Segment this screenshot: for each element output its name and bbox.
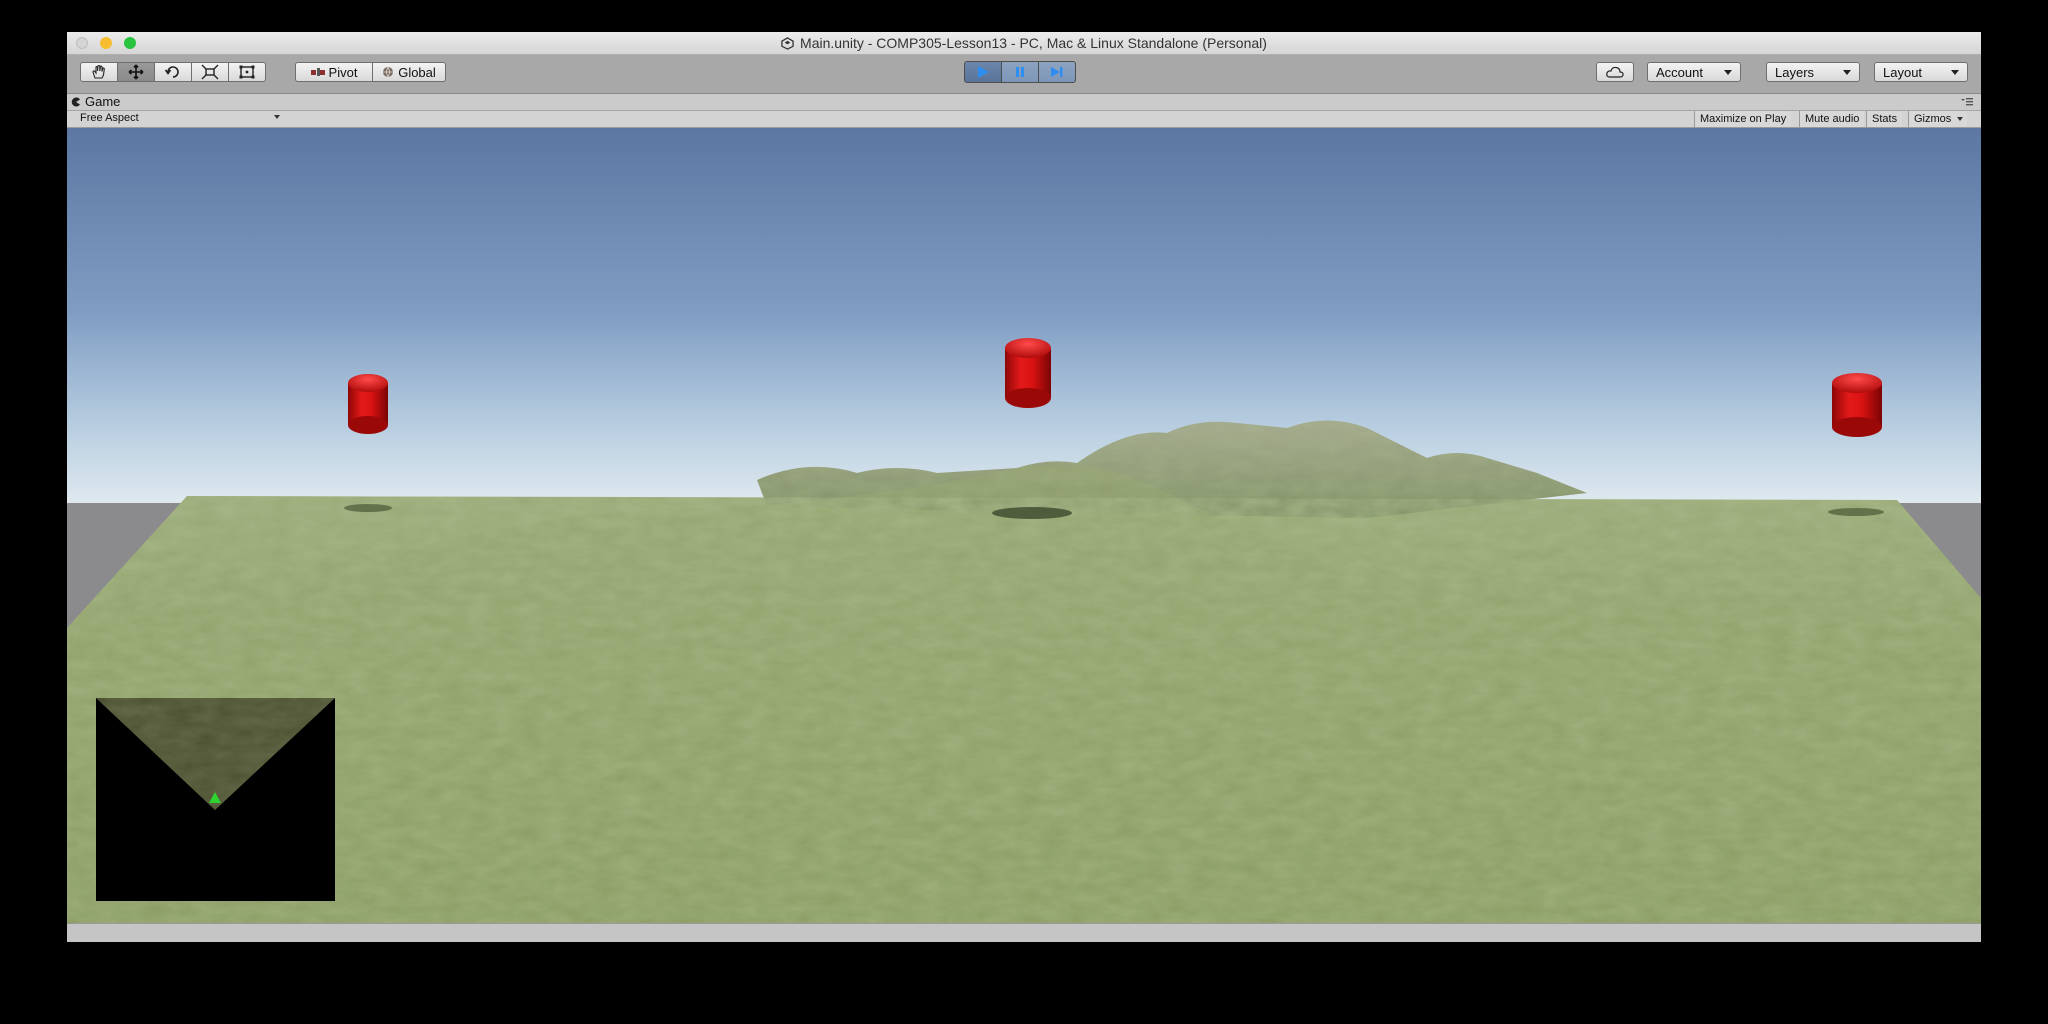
- account-label: Account: [1656, 64, 1703, 80]
- stats-label: Stats: [1872, 113, 1898, 125]
- minimap: [96, 698, 335, 901]
- chevron-down-icon: [274, 115, 280, 119]
- account-dropdown[interactable]: Account: [1647, 62, 1741, 82]
- panel-menu-icon[interactable]: [1961, 97, 1973, 107]
- global-toggle-button[interactable]: Global: [372, 62, 446, 82]
- game-view-header: Game: [67, 94, 1981, 111]
- globe-icon: [383, 66, 394, 78]
- mute-audio-label: Mute audio: [1805, 113, 1860, 125]
- pacman-game-icon: [71, 97, 80, 106]
- chevron-down-icon: [1724, 69, 1732, 75]
- unity-scene-icon: [781, 37, 794, 50]
- cloud-services-button[interactable]: [1596, 62, 1634, 82]
- rotate-icon: [164, 66, 179, 78]
- game-scene: [67, 128, 1981, 923]
- layers-dropdown[interactable]: Layers: [1766, 62, 1860, 82]
- maximize-on-play-label: Maximize on Play: [1700, 113, 1787, 125]
- window-title: Main.unity - COMP305-Lesson13 - PC, Mac …: [800, 35, 1267, 51]
- aspect-label: Free Aspect: [80, 112, 139, 124]
- step-button[interactable]: [1038, 61, 1076, 83]
- layout-dropdown[interactable]: Layout: [1874, 62, 1968, 82]
- game-view-controls: Free Aspect Maximize on Play Mute audio …: [67, 111, 1981, 128]
- unity-editor-window: Main.unity - COMP305-Lesson13 - PC, Mac …: [67, 32, 1981, 942]
- tab-game[interactable]: Game: [71, 94, 120, 109]
- game-tab-label: Game: [85, 94, 121, 109]
- hand-tool-button[interactable]: [80, 62, 118, 82]
- title-bar: Main.unity - COMP305-Lesson13 - PC, Mac …: [67, 32, 1981, 55]
- gizmos-dropdown[interactable]: Gizmos: [1908, 111, 1968, 127]
- layers-label: Layers: [1775, 64, 1815, 80]
- rect-transform-icon: [239, 65, 255, 79]
- pivot-toggle-button[interactable]: Pivot: [295, 62, 373, 82]
- rect-tool-button[interactable]: [228, 62, 266, 82]
- step-icon: [1051, 67, 1063, 77]
- pause-icon: [1016, 67, 1024, 77]
- cloud-icon: [1606, 66, 1624, 78]
- pause-button[interactable]: [1001, 61, 1039, 83]
- main-toolbar: Pivot Global Account Layers Layout: [67, 55, 1981, 94]
- chevron-down-icon: [1951, 69, 1959, 75]
- play-button[interactable]: [964, 61, 1002, 83]
- chevron-down-icon: [1843, 69, 1851, 75]
- rotate-tool-button[interactable]: [154, 62, 192, 82]
- pivot-icon: [310, 68, 325, 76]
- gizmos-label: Gizmos: [1914, 113, 1952, 125]
- maximize-on-play-toggle[interactable]: Maximize on Play: [1694, 111, 1792, 127]
- status-bar: [67, 923, 1981, 942]
- terrain-texture: [67, 496, 1981, 923]
- layout-label: Layout: [1883, 64, 1923, 80]
- stats-toggle[interactable]: Stats: [1866, 111, 1903, 127]
- move-arrows-icon: [128, 64, 144, 80]
- mute-audio-toggle[interactable]: Mute audio: [1799, 111, 1865, 127]
- aspect-dropdown[interactable]: Free Aspect: [80, 112, 280, 124]
- move-tool-button[interactable]: [117, 62, 155, 82]
- scale-tool-button[interactable]: [191, 62, 229, 82]
- scale-icon: [201, 64, 219, 80]
- play-icon: [978, 66, 989, 78]
- hand-icon: [92, 64, 105, 79]
- window-title-container: Main.unity - COMP305-Lesson13 - PC, Mac …: [67, 35, 1981, 51]
- global-label: Global: [398, 64, 436, 80]
- game-viewport[interactable]: [67, 128, 1981, 923]
- pivot-label: Pivot: [328, 64, 358, 80]
- chevron-down-icon: [1957, 117, 1964, 121]
